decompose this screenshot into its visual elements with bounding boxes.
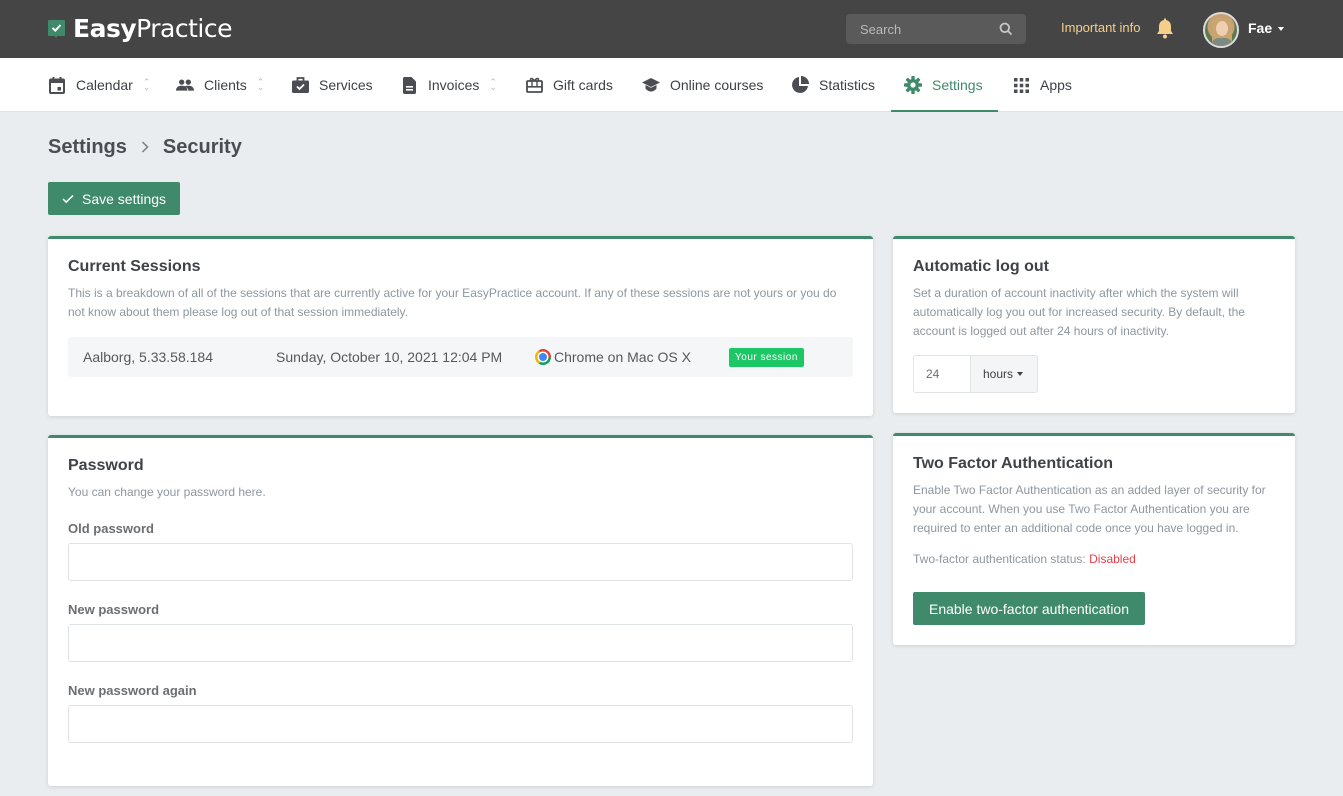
breadcrumb-current: Security xyxy=(162,136,242,158)
search-icon[interactable] xyxy=(999,22,1013,41)
gift-card-icon xyxy=(525,76,543,94)
nav-label: Clients xyxy=(204,77,247,93)
sort-icon: ⌃ ⌄ xyxy=(256,77,265,92)
new-password-input[interactable] xyxy=(68,624,853,662)
nav-label: Apps xyxy=(1040,77,1072,93)
caret-down-icon xyxy=(1017,372,1024,376)
logout-unit-dropdown[interactable]: hours xyxy=(971,355,1038,393)
top-bar: EasyPractice Important info Fae xyxy=(0,0,1343,58)
logo-text: EasyPractice xyxy=(73,14,232,43)
nav-item-statistics[interactable]: Statistics xyxy=(791,58,875,112)
breadcrumb: Settings Security xyxy=(48,136,242,159)
card-description: Enable Two Factor Authentication as an a… xyxy=(913,483,1266,535)
nav-label: Invoices xyxy=(428,77,480,93)
main-nav: Calendar ⌃ ⌄ Clients ⌃ ⌄ Services Invoices… xyxy=(0,58,1343,112)
old-password-input[interactable] xyxy=(68,543,853,581)
old-password-label: Old password xyxy=(68,521,154,536)
breadcrumb-parent[interactable]: Settings xyxy=(48,136,127,159)
nav-label: Services xyxy=(319,77,373,93)
automatic-logout-card: Automatic log out Set a duration of acco… xyxy=(893,236,1295,413)
card-description: Set a duration of account inactivity aft… xyxy=(913,286,1245,338)
gear-icon xyxy=(904,76,922,94)
nav-label: Calendar xyxy=(76,77,133,93)
nav-label: Gift cards xyxy=(553,77,613,93)
nav-label: Statistics xyxy=(819,77,876,93)
pie-chart-icon xyxy=(791,76,809,94)
chevron-right-icon xyxy=(141,136,149,159)
password-card: Password You can change your password he… xyxy=(48,435,873,786)
users-icon xyxy=(176,76,194,94)
two-factor-status-label: Two-factor authentication status: xyxy=(913,552,1086,566)
new-password-again-input[interactable] xyxy=(68,705,853,743)
nav-item-apps[interactable]: Apps xyxy=(1012,58,1072,112)
logout-duration-input[interactable] xyxy=(913,355,971,393)
chrome-icon xyxy=(535,349,551,365)
nav-label: Settings xyxy=(932,77,983,93)
nav-label: Online courses xyxy=(670,77,764,93)
logout-duration: hours xyxy=(913,355,1038,393)
nav-item-invoices[interactable]: Invoices ⌃ ⌄ xyxy=(400,58,497,112)
session-location: Aalborg, 5.33.58.184 xyxy=(83,349,213,365)
avatar[interactable] xyxy=(1203,12,1239,48)
calendar-icon xyxy=(48,76,66,94)
logo-check-icon xyxy=(48,19,65,39)
two-factor-status-value: Disabled xyxy=(1089,552,1136,566)
important-info-link[interactable]: Important info xyxy=(1061,20,1141,35)
nav-item-clients[interactable]: Clients ⌃ ⌄ xyxy=(176,58,264,112)
card-description: This is a breakdown of all of the sessio… xyxy=(68,286,837,319)
card-title: Password xyxy=(68,457,144,474)
session-row: Aalborg, 5.33.58.184 Sunday, October 10,… xyxy=(68,337,853,377)
nav-item-settings[interactable]: Settings xyxy=(891,58,998,112)
sort-icon: ⌃ ⌄ xyxy=(489,77,497,92)
session-browser-label: Chrome on Mac OS X xyxy=(554,349,691,365)
new-password-label: New password xyxy=(68,602,160,617)
search-input[interactable] xyxy=(846,14,996,44)
card-title: Current Sessions xyxy=(68,258,201,275)
logo[interactable]: EasyPractice xyxy=(48,14,232,44)
session-browser: Chrome on Mac OS X xyxy=(535,349,691,365)
check-icon xyxy=(62,194,74,203)
card-description: You can change your password here. xyxy=(68,485,266,499)
chevron-down-icon[interactable] xyxy=(1278,27,1284,31)
two-factor-card: Two Factor Authentication Enable Two Fac… xyxy=(893,433,1295,645)
graduation-cap-icon xyxy=(642,76,660,94)
enable-two-factor-button[interactable]: Enable two-factor authentication xyxy=(913,592,1145,625)
user-name[interactable]: Fae xyxy=(1248,20,1272,36)
your-session-badge: Your session xyxy=(729,348,804,367)
two-factor-status: Two-factor authentication status: Disabl… xyxy=(913,552,1275,566)
sort-icon: ⌃ ⌄ xyxy=(142,77,151,92)
search-box xyxy=(846,14,1026,44)
current-sessions-card: Current Sessions This is a breakdown of … xyxy=(48,236,873,416)
card-title: Automatic log out xyxy=(913,258,1049,275)
session-datetime: Sunday, October 10, 2021 12:04 PM xyxy=(276,349,503,365)
briefcase-check-icon xyxy=(291,76,309,94)
nav-item-gift-cards[interactable]: Gift cards xyxy=(525,58,613,112)
card-title: Two Factor Authentication xyxy=(913,455,1113,472)
save-settings-button[interactable]: Save settings xyxy=(48,182,180,215)
grid-icon xyxy=(1012,76,1030,94)
save-settings-label: Save settings xyxy=(82,190,167,207)
nav-item-online-courses[interactable]: Online courses xyxy=(642,58,763,112)
new-password-again-label: New password again xyxy=(68,683,197,698)
nav-item-calendar[interactable]: Calendar ⌃ ⌄ xyxy=(48,58,150,112)
bell-icon[interactable] xyxy=(1155,18,1175,45)
document-icon xyxy=(400,76,418,94)
nav-item-services[interactable]: Services xyxy=(291,58,373,112)
logout-unit-label: hours xyxy=(983,367,1014,381)
